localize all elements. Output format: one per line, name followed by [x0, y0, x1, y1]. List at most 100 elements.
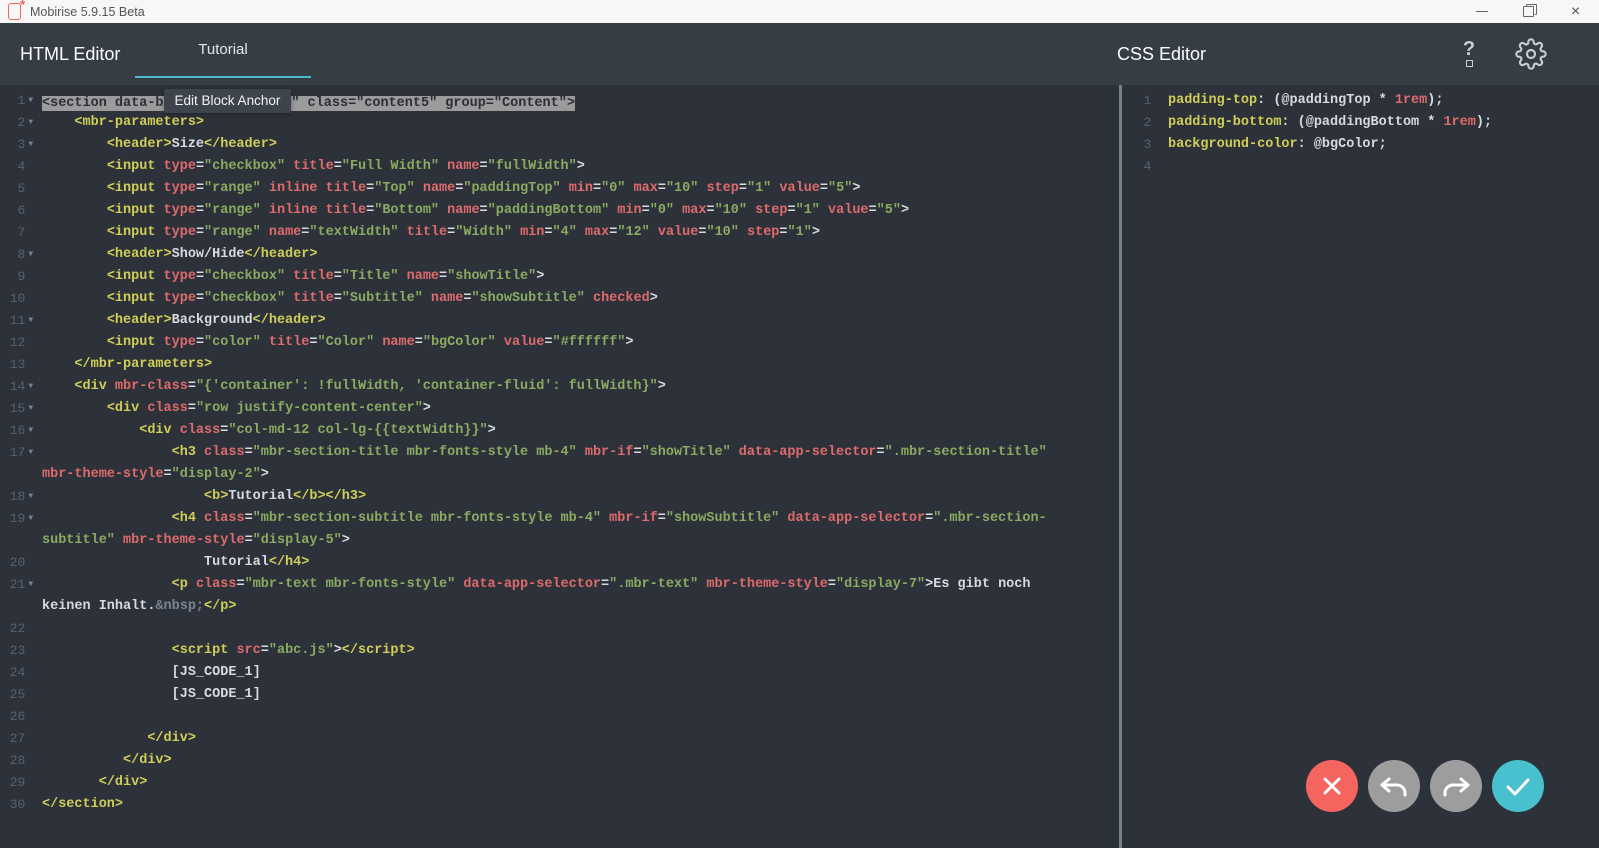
code-line[interactable]: 3 background-color: @bgColor;	[1122, 134, 1599, 156]
restore-icon	[1523, 6, 1534, 17]
line-number: 1	[1143, 93, 1152, 108]
code-line[interactable]: 18 ▼ <b>Tutorial</b></h3>	[0, 486, 1119, 508]
code-line[interactable]: 19 ▼ <h4 class="mbr-section-subtitle mbr-…	[0, 508, 1119, 530]
line-number: 8	[17, 247, 26, 262]
fold-arrow-icon[interactable]: ▼	[25, 574, 42, 596]
code-line[interactable]: 1 ▼ <section data-b Edit Block Anchor " clas…	[0, 89, 1119, 113]
gutter: 16 ▼	[0, 420, 42, 442]
selected-text: <section data-b Edit Block Anchor " class=…	[42, 89, 575, 113]
fold-arrow-icon[interactable]: ▼	[25, 508, 42, 530]
code-line[interactable]: 27 </div>	[0, 728, 1119, 750]
code-line[interactable]: 28 </div>	[0, 750, 1119, 772]
line-number: 18	[9, 489, 26, 504]
code-line[interactable]: 4 <input type="checkbox" title="Full Wid…	[0, 156, 1119, 178]
line-number: 20	[9, 555, 26, 570]
gutter	[0, 530, 42, 552]
line-number	[0, 464, 25, 486]
cancel-button[interactable]	[1306, 760, 1358, 812]
code-line[interactable]: 30 </section>	[0, 794, 1119, 816]
code-line[interactable]: 12 <input type="color" title="Color" nam…	[0, 332, 1119, 354]
line-number: 3	[17, 137, 26, 152]
line-number: 29	[9, 775, 26, 790]
gutter: 17 ▼	[0, 442, 42, 464]
fold-arrow-icon[interactable]: ▼	[25, 90, 42, 112]
code-line[interactable]: 9 <input type="checkbox" title="Title" n…	[0, 266, 1119, 288]
code-line[interactable]: 10 <input type="checkbox" title="Subtitl…	[0, 288, 1119, 310]
code-line[interactable]: 7 <input type="range" name="textWidth" t…	[0, 222, 1119, 244]
gutter: 10	[0, 288, 42, 310]
editor-header: HTML Editor Tutorial CSS Editor ?	[0, 23, 1599, 85]
gutter: 4	[1122, 156, 1168, 178]
line-number: 3	[1143, 137, 1152, 152]
fold-arrow-icon[interactable]: ▼	[25, 134, 42, 156]
code-line[interactable]: 29 </div>	[0, 772, 1119, 794]
help-icon[interactable]: ?	[1455, 39, 1483, 69]
code-line[interactable]: mbr-theme-style="display-2">	[0, 464, 1119, 486]
gutter: 13	[0, 354, 42, 376]
line-number: 9	[17, 269, 26, 284]
code-line[interactable]: 11 ▼ <header>Background</header>	[0, 310, 1119, 332]
fold-arrow-icon[interactable]: ▼	[25, 310, 42, 332]
line-number: 6	[17, 203, 26, 218]
code-line[interactable]: 17 ▼ <h3 class="mbr-section-title mbr-fon…	[0, 442, 1119, 464]
code-line[interactable]: 21 ▼ <p class="mbr-text mbr-fonts-style" …	[0, 574, 1119, 596]
code-line[interactable]: 1 padding-top: (@paddingTop * 1rem);	[1122, 90, 1599, 112]
fold-arrow-icon[interactable]: ▼	[25, 376, 42, 398]
minimize-button[interactable]	[1458, 0, 1505, 23]
html-code-editor[interactable]: 1 ▼ <section data-b Edit Block Anchor " clas…	[0, 85, 1119, 848]
code-line[interactable]: 13 </mbr-parameters>	[0, 354, 1119, 376]
line-number: 26	[9, 709, 26, 724]
close-icon: ×	[1570, 2, 1581, 20]
code-line[interactable]: 3 ▼ <header>Size</header>	[0, 134, 1119, 156]
gutter	[0, 596, 42, 618]
code-line[interactable]: 20 Tutorial</h4>	[0, 552, 1119, 574]
code-line[interactable]: 16 ▼ <div class="col-md-12 col-lg-{{textW…	[0, 420, 1119, 442]
line-number: 23	[9, 643, 26, 658]
code-line[interactable]: 8 ▼ <header>Show/Hide</header>	[0, 244, 1119, 266]
tab-tutorial[interactable]: Tutorial	[135, 23, 311, 78]
line-number: 5	[17, 181, 26, 196]
fold-arrow-icon[interactable]: ▼	[25, 112, 42, 134]
gutter: 28	[0, 750, 42, 772]
edit-block-anchor-tooltip[interactable]: Edit Block Anchor	[163, 89, 292, 113]
window-title: Mobirise 5.9.15 Beta	[30, 4, 145, 19]
action-buttons	[1306, 760, 1544, 812]
code-line[interactable]: 4	[1122, 156, 1599, 178]
code-line[interactable]: subtitle" mbr-theme-style="display-5">	[0, 530, 1119, 552]
gutter: 6	[0, 200, 42, 222]
close-button[interactable]: ×	[1552, 0, 1599, 23]
restore-button[interactable]	[1505, 0, 1552, 23]
line-number: 24	[9, 665, 26, 680]
settings-gear-icon[interactable]	[1515, 38, 1547, 70]
line-number: 27	[9, 731, 26, 746]
gutter: 22	[0, 618, 42, 640]
css-code-editor[interactable]: 1 padding-top: (@paddingTop * 1rem); 2 padd…	[1122, 85, 1599, 848]
mobirise-logo-icon	[8, 0, 25, 20]
code-line[interactable]: keinen Inhalt.&nbsp;</p>	[0, 596, 1119, 618]
fold-arrow-icon[interactable]: ▼	[25, 420, 42, 442]
fold-arrow-icon[interactable]: ▼	[25, 398, 42, 420]
fold-arrow-icon[interactable]: ▼	[25, 244, 42, 266]
code-line[interactable]: 23 <script src="abc.js"></script>	[0, 640, 1119, 662]
code-line[interactable]: 6 <input type="range" inline title="Bott…	[0, 200, 1119, 222]
line-number: 4	[1143, 159, 1152, 174]
code-line[interactable]: 2 ▼ <mbr-parameters>	[0, 112, 1119, 134]
line-number	[0, 530, 25, 552]
gutter: 9	[0, 266, 42, 288]
gutter: 30	[0, 794, 42, 816]
fold-arrow-icon[interactable]: ▼	[25, 442, 42, 464]
code-line[interactable]: 15 ▼ <div class="row justify-content-cent…	[0, 398, 1119, 420]
code-line[interactable]: 22	[0, 618, 1119, 640]
undo-button[interactable]	[1368, 760, 1420, 812]
code-line[interactable]: 26	[0, 706, 1119, 728]
code-line[interactable]: 2 padding-bottom: (@paddingBottom * 1rem)…	[1122, 112, 1599, 134]
code-line[interactable]: 14 ▼ <div mbr-class="{'container': !fullW…	[0, 376, 1119, 398]
code-line[interactable]: 24 [JS_CODE_1]	[0, 662, 1119, 684]
line-number: 1	[17, 93, 26, 108]
code-line[interactable]: 5 <input type="range" inline title="Top"…	[0, 178, 1119, 200]
gutter: 20	[0, 552, 42, 574]
redo-button[interactable]	[1430, 760, 1482, 812]
confirm-button[interactable]	[1492, 760, 1544, 812]
code-line[interactable]: 25 [JS_CODE_1]	[0, 684, 1119, 706]
fold-arrow-icon[interactable]: ▼	[25, 486, 42, 508]
